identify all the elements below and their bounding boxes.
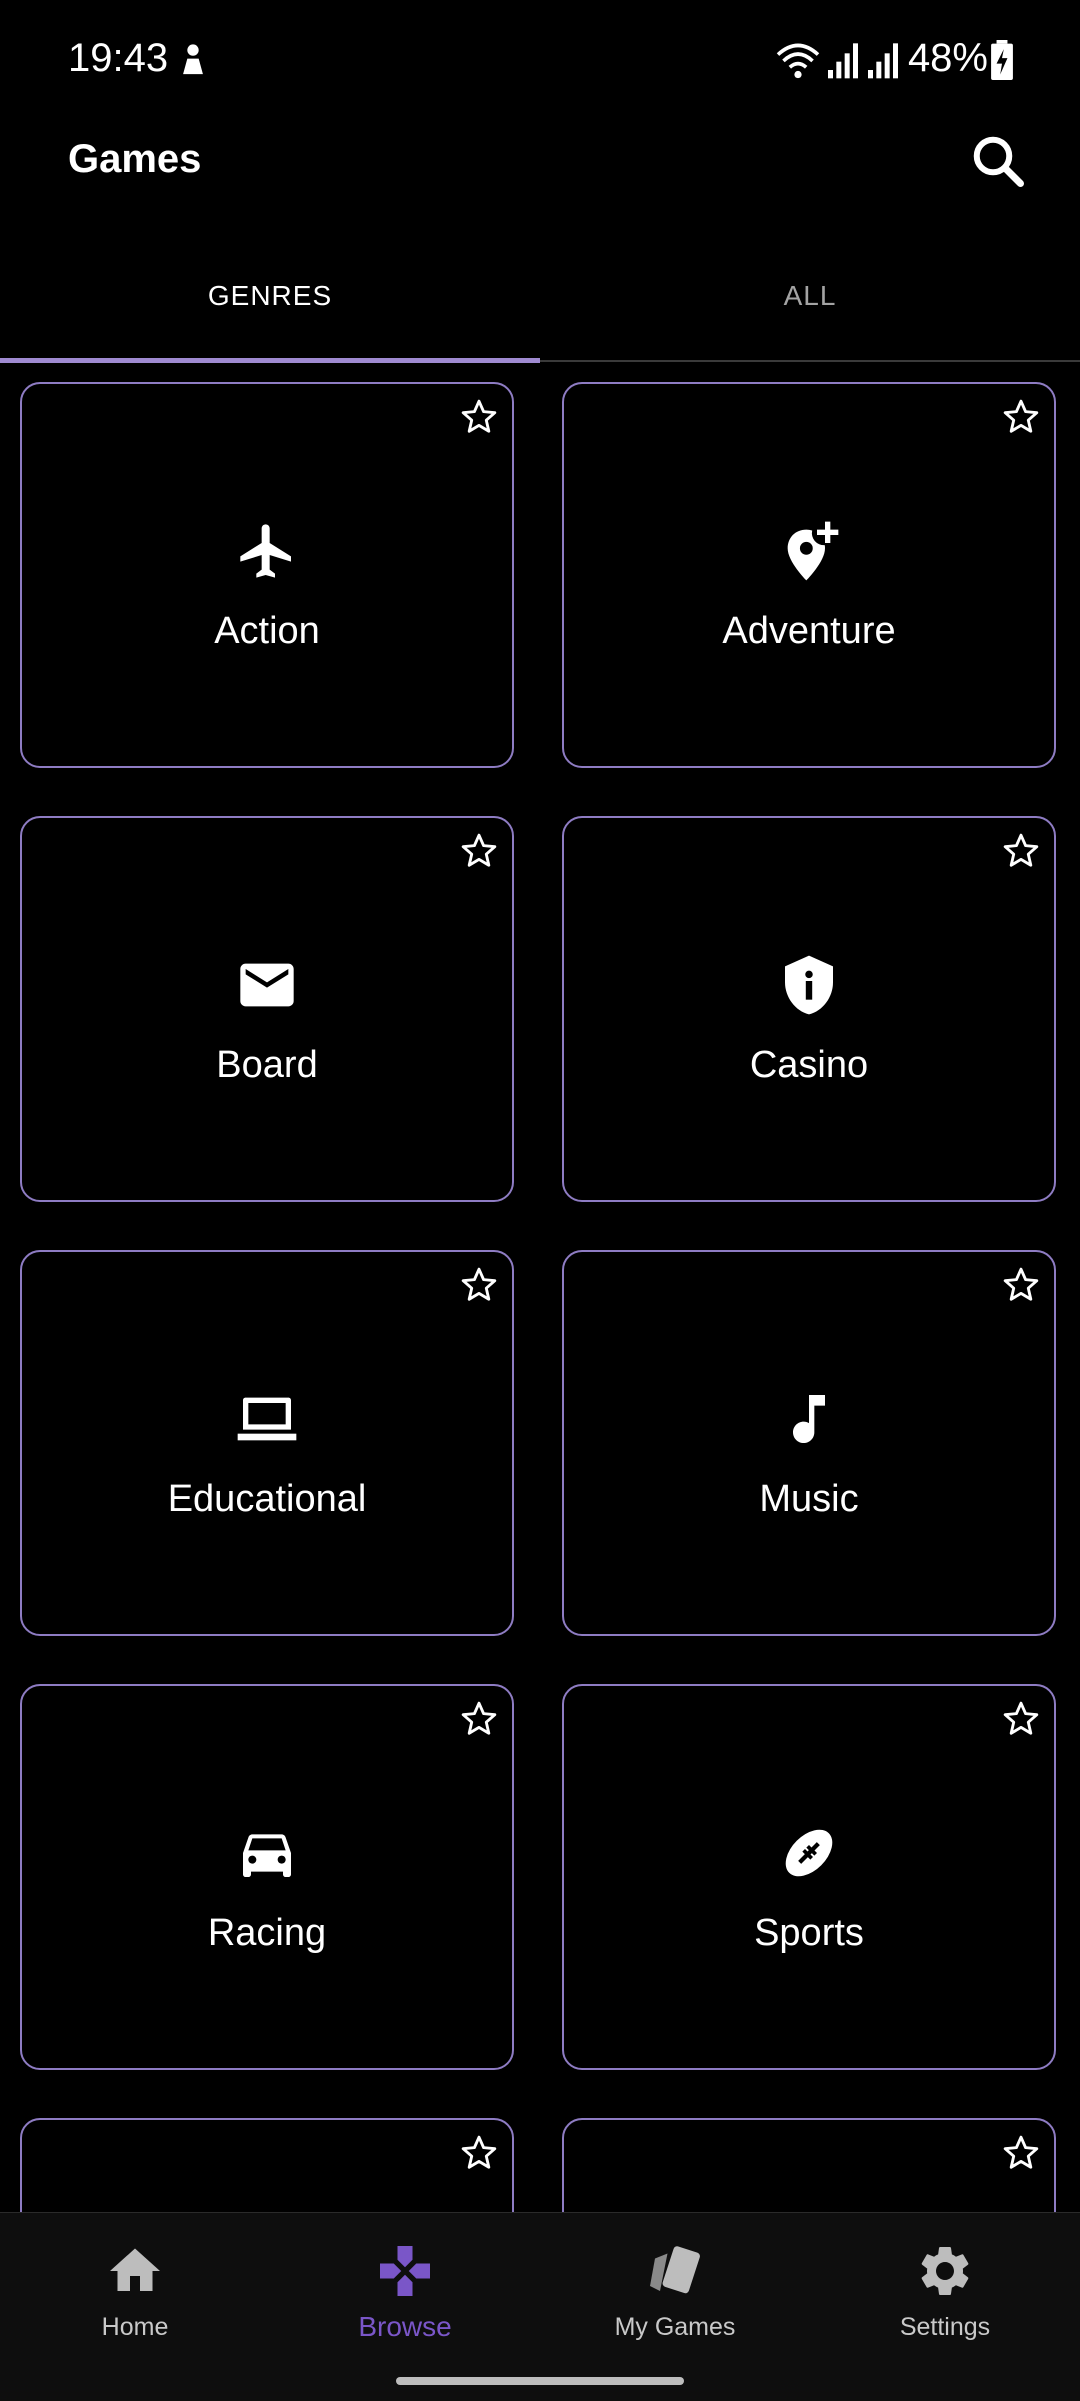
tab-bar: GENRES ALL <box>0 232 1080 363</box>
genre-label: Action <box>214 610 320 652</box>
nav-label: Home <box>101 2313 169 2341</box>
star-icon[interactable] <box>1002 832 1040 870</box>
search-icon[interactable] <box>968 131 1028 191</box>
signal-icon-2 <box>868 43 898 79</box>
gear-icon <box>921 2247 969 2295</box>
status-bar: 19:43 48% <box>0 0 1080 125</box>
football-icon <box>785 1829 833 1877</box>
tab-genres[interactable]: GENRES <box>0 232 540 360</box>
nav-label: My Games <box>614 2313 736 2341</box>
genre-label: Racing <box>207 1912 327 1954</box>
gamepad-icon <box>380 2246 430 2296</box>
status-time: 19:43 <box>68 36 169 80</box>
nav-browse[interactable]: Browse <box>270 2213 540 2353</box>
nav-label: Settings <box>899 2313 991 2341</box>
nav-settings[interactable]: Settings <box>810 2213 1080 2353</box>
star-icon[interactable] <box>460 832 498 870</box>
tab-all[interactable]: ALL <box>540 232 1080 360</box>
genre-label: Casino <box>749 1044 869 1086</box>
car-icon <box>243 1834 291 1877</box>
battery-icon <box>991 40 1013 80</box>
genre-card-educational[interactable]: Educational <box>20 1250 514 1636</box>
nav-label: Browse <box>358 2311 452 2342</box>
battery-percent: 48% <box>907 36 988 80</box>
genre-label: Sports <box>754 1912 864 1954</box>
star-icon[interactable] <box>460 1266 498 1304</box>
star-icon[interactable] <box>1002 1700 1040 1738</box>
star-icon[interactable] <box>460 2134 498 2172</box>
genre-card-adventure[interactable]: Adventure <box>562 382 1056 768</box>
star-icon[interactable] <box>460 1700 498 1738</box>
notification-icon <box>183 44 203 75</box>
cards-icon <box>650 2246 700 2294</box>
envelope-icon <box>240 963 294 1007</box>
airplane-icon <box>240 524 291 578</box>
star-icon[interactable] <box>1002 1266 1040 1304</box>
laptop-icon <box>237 1397 297 1441</box>
signal-icon <box>828 43 858 79</box>
nav-my-games[interactable]: My Games <box>540 2213 810 2353</box>
location-add-icon <box>787 521 839 581</box>
genre-card-sports[interactable]: Sports <box>562 1684 1056 2070</box>
page-title: Games <box>68 137 202 181</box>
shield-info-icon <box>785 955 833 1015</box>
home-icon <box>110 2248 160 2291</box>
genre-card-racing[interactable]: Racing <box>20 1684 514 2070</box>
genre-label: Educational <box>167 1478 367 1520</box>
genre-card-action[interactable]: Action <box>20 382 514 768</box>
genre-card-casino[interactable]: Casino <box>562 816 1056 1202</box>
bottom-navigation: Home Browse My Games Settings <box>0 2212 1080 2401</box>
star-icon[interactable] <box>460 398 498 436</box>
genre-label: Board <box>216 1044 318 1086</box>
wifi-icon <box>776 43 820 79</box>
genre-card-partial[interactable] <box>562 2118 1056 2212</box>
genre-label: Music <box>759 1478 859 1520</box>
star-icon[interactable] <box>1002 398 1040 436</box>
music-note-icon <box>793 1395 825 1443</box>
nav-home[interactable]: Home <box>0 2213 270 2353</box>
genre-card-music[interactable]: Music <box>562 1250 1056 1636</box>
genre-card-partial[interactable] <box>20 2118 514 2212</box>
genre-card-board[interactable]: Board <box>20 816 514 1202</box>
star-icon[interactable] <box>1002 2134 1040 2172</box>
genre-grid: Action Adventure Board Casino Educationa… <box>0 360 1080 2212</box>
genre-label: Adventure <box>722 610 896 652</box>
home-indicator[interactable] <box>396 2377 684 2385</box>
